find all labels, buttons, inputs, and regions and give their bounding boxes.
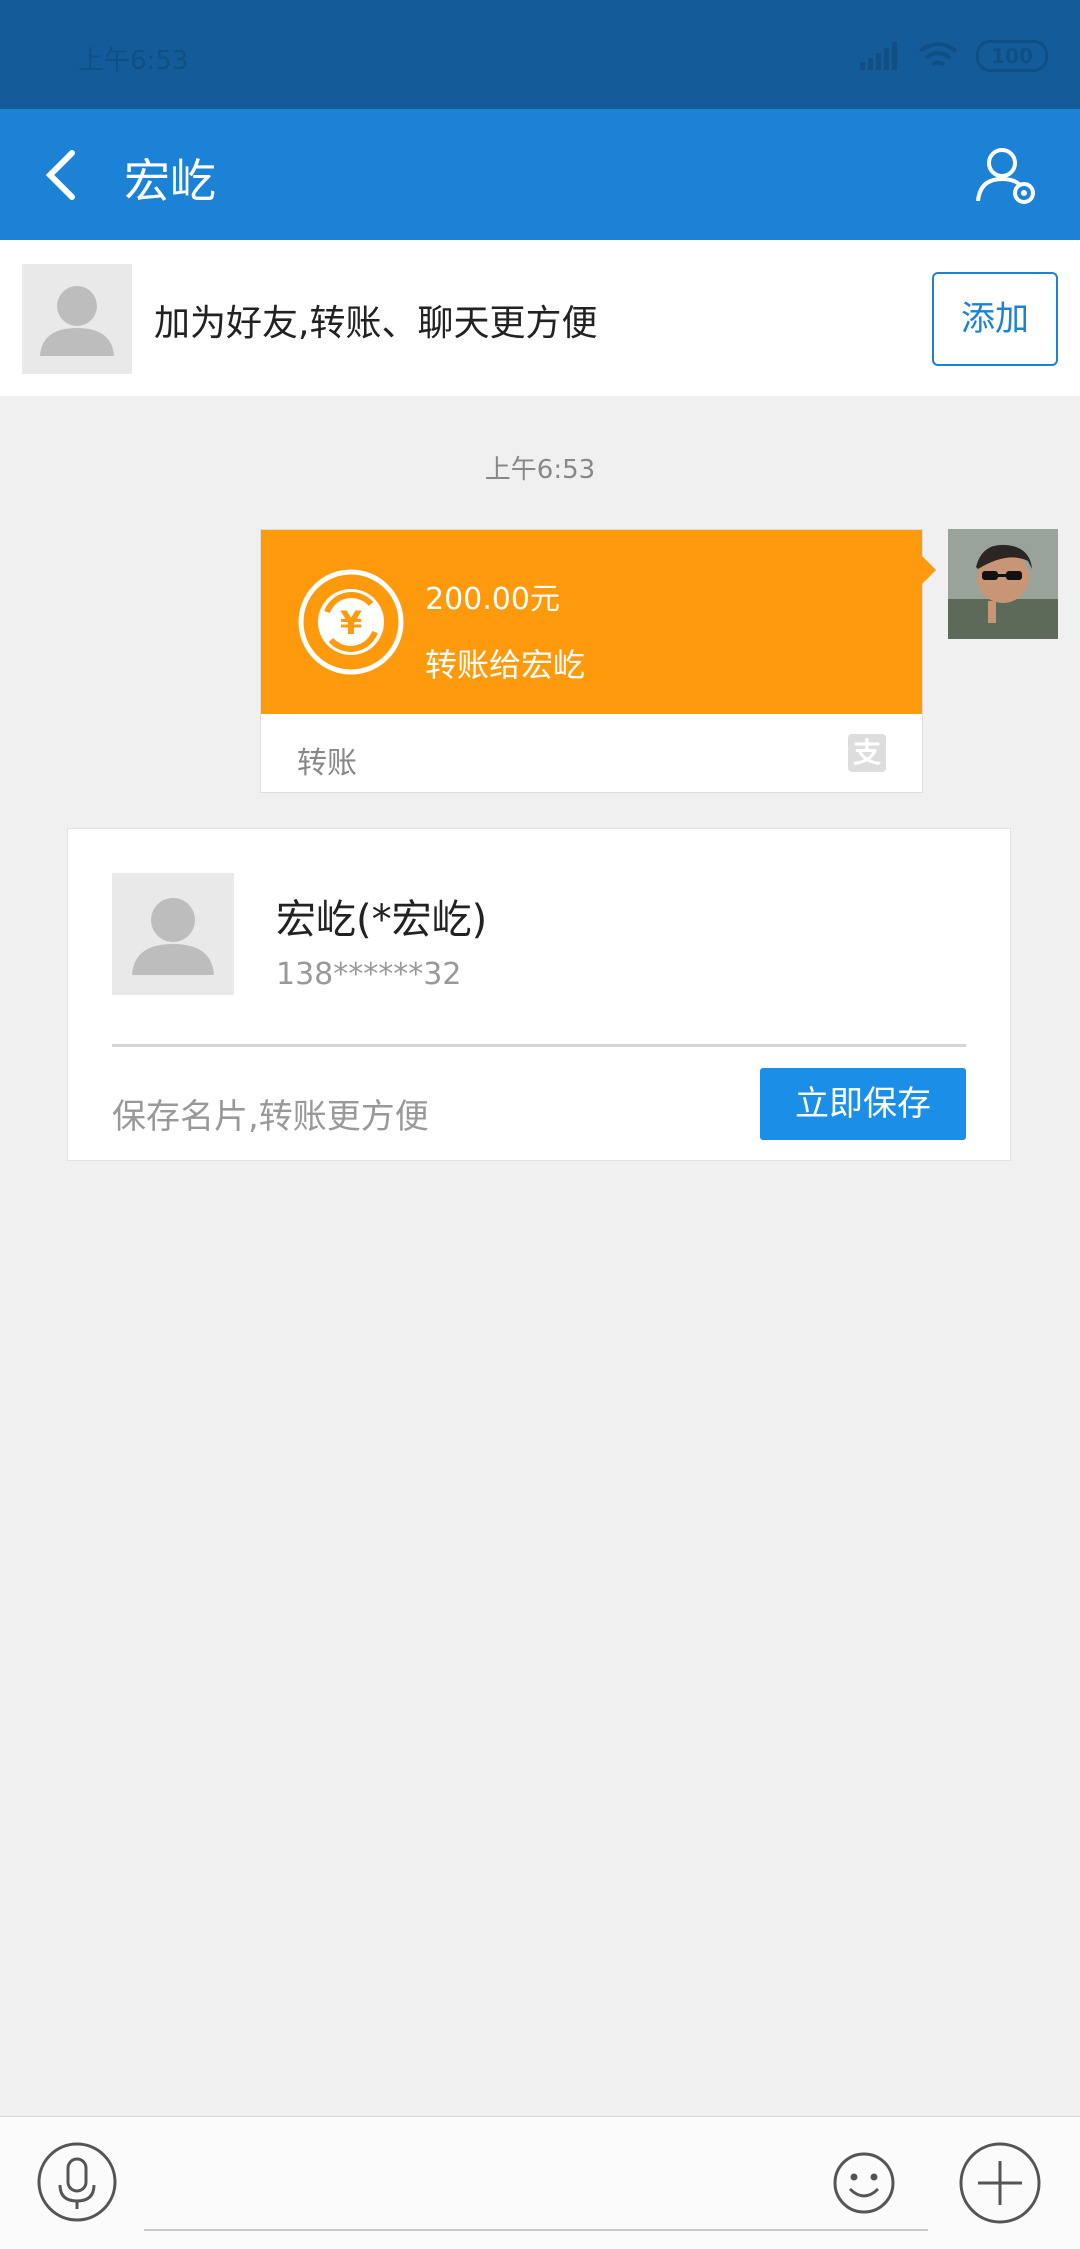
message-timestamp: 上午6:53 — [484, 455, 596, 485]
message-input[interactable] — [144, 2147, 928, 2231]
plus-icon[interactable] — [958, 2141, 1042, 2225]
wifi-icon — [918, 42, 958, 67]
message-input-bar — [0, 2116, 1080, 2249]
chat-header: 宏屹 — [0, 109, 1080, 240]
battery-icon: 100 — [976, 40, 1048, 72]
avatar — [22, 264, 132, 374]
transfer-message[interactable]: ¥ 200.00元 转账给宏屹 转账 支 — [260, 529, 936, 793]
emoji-icon[interactable] — [832, 2151, 896, 2215]
default-avatar-icon — [40, 286, 114, 356]
add-friend-prompt: 加为好友,转账、聊天更方便 — [154, 303, 598, 344]
alipay-icon: 支 — [848, 734, 886, 772]
status-time: 上午6:53 — [78, 46, 189, 76]
transfer-yuan-icon: ¥ — [298, 569, 404, 675]
status-icons: 100 — [860, 40, 1048, 72]
transfer-amount: 200.00元 — [425, 582, 560, 617]
sender-avatar[interactable] — [948, 529, 1058, 639]
contact-settings-icon[interactable] — [974, 143, 1040, 209]
microphone-icon[interactable] — [36, 2141, 118, 2223]
contact-name: 宏屹(*宏屹) — [276, 897, 488, 943]
add-friend-banner: 加为好友,转账、聊天更方便 添加 — [0, 240, 1080, 396]
avatar — [112, 873, 234, 995]
contact-card: 宏屹(*宏屹) 138******32 保存名片,转账更方便 立即保存 — [67, 828, 1011, 1161]
transfer-footer: 转账 支 — [261, 714, 922, 792]
divider — [112, 1044, 966, 1047]
chat-title: 宏屹 — [124, 154, 216, 208]
signal-icon — [860, 42, 897, 70]
save-card-hint: 保存名片,转账更方便 — [112, 1097, 429, 1137]
back-icon[interactable] — [36, 147, 92, 203]
default-avatar-icon — [132, 898, 214, 975]
add-friend-button[interactable]: 添加 — [932, 272, 1058, 366]
status-bar: 上午6:53 100 — [0, 0, 1080, 109]
contact-phone: 138******32 — [276, 957, 462, 992]
save-now-button[interactable]: 立即保存 — [760, 1068, 966, 1140]
transfer-summary: ¥ 200.00元 转账给宏屹 — [261, 530, 922, 714]
svg-text:¥: ¥ — [340, 604, 362, 642]
bubble-pointer — [922, 556, 936, 584]
transfer-description: 转账给宏屹 — [425, 646, 586, 684]
transfer-type-label: 转账 — [297, 746, 357, 781]
